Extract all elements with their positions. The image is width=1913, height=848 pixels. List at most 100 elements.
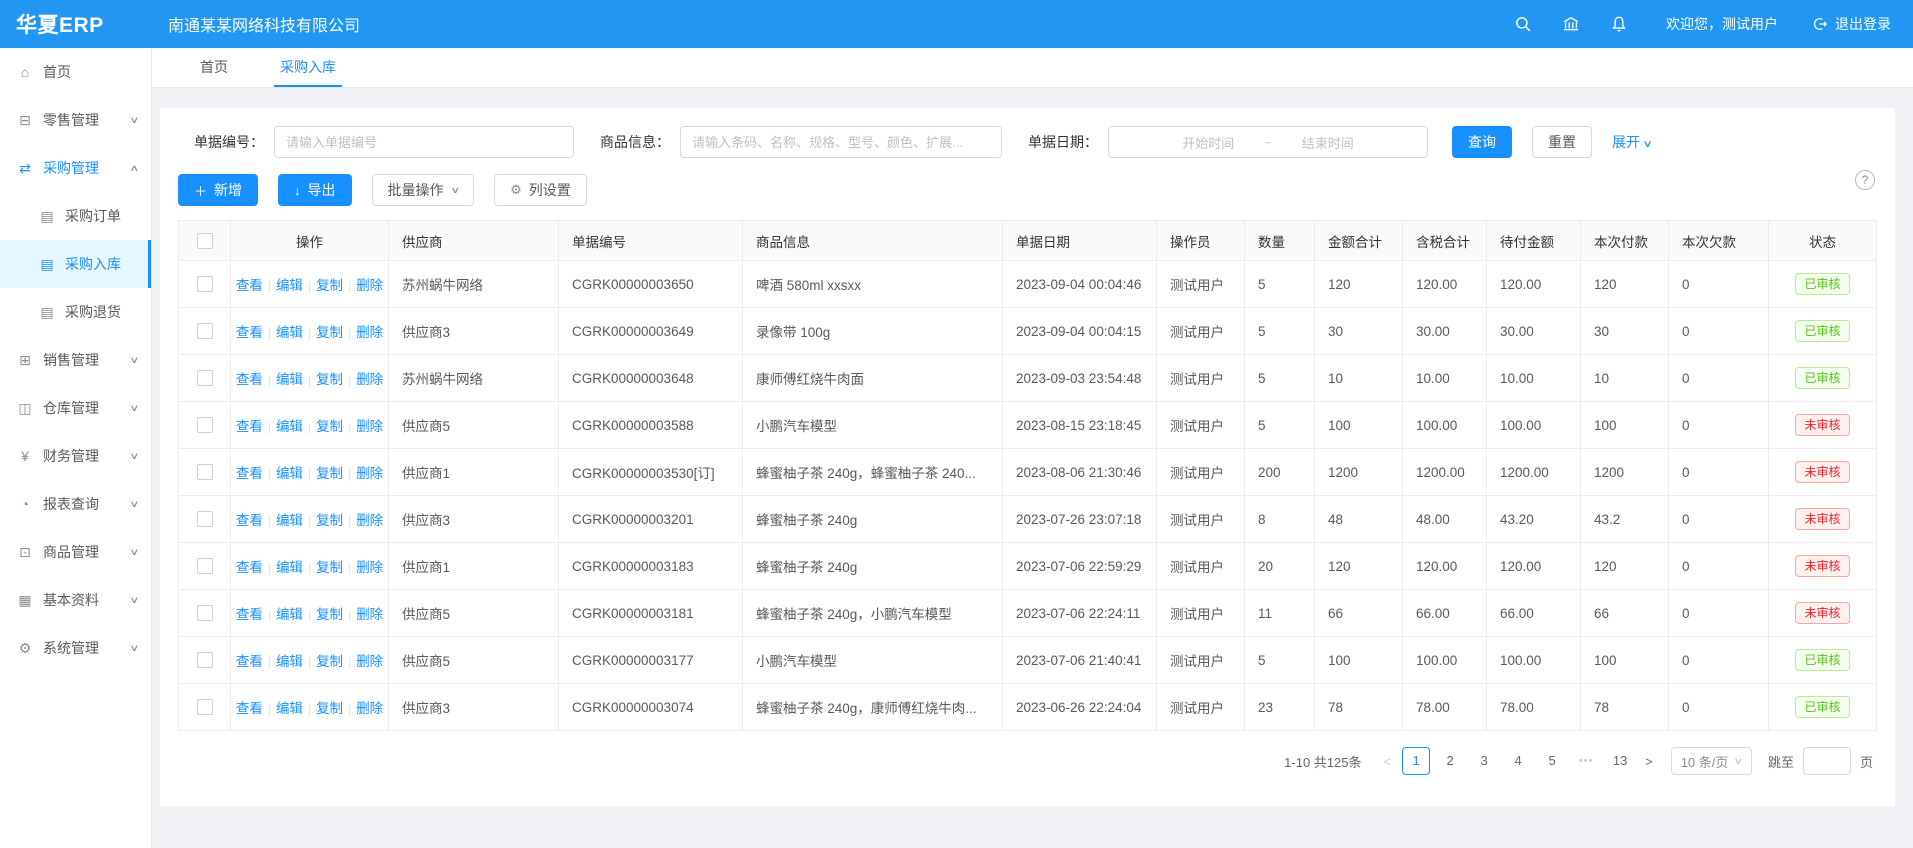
row-action-edit[interactable]: 编辑 bbox=[276, 325, 303, 340]
cell-status: 未审核 bbox=[1769, 543, 1877, 590]
logout-button[interactable]: 退出登录 bbox=[1812, 14, 1891, 34]
row-action-edit[interactable]: 编辑 bbox=[276, 419, 303, 434]
bill-no-input[interactable] bbox=[274, 126, 574, 158]
row-checkbox-cell bbox=[179, 496, 231, 543]
row-action-view[interactable]: 查看 bbox=[236, 701, 263, 716]
batch-actions-button[interactable]: 批量操作∨ bbox=[372, 174, 475, 206]
row-action-delete[interactable]: 删除 bbox=[356, 607, 383, 622]
bill-no-label: 单据编号： bbox=[194, 132, 264, 152]
cell-debt: 0 bbox=[1669, 496, 1769, 543]
row-action-view[interactable]: 查看 bbox=[236, 513, 263, 528]
row-checkbox[interactable] bbox=[197, 652, 213, 668]
platform-icon[interactable] bbox=[1562, 15, 1580, 33]
export-button[interactable]: ↓导出 bbox=[278, 174, 352, 206]
row-checkbox[interactable] bbox=[197, 464, 213, 480]
action-separator: | bbox=[308, 279, 311, 293]
sidebar-item-warehouse[interactable]: ◫仓库管理∨ bbox=[0, 384, 151, 432]
row-action-edit[interactable]: 编辑 bbox=[276, 560, 303, 575]
goods-input[interactable] bbox=[680, 126, 1002, 158]
search-icon[interactable] bbox=[1514, 15, 1532, 33]
sidebar-item-purchase-order[interactable]: ▤采购订单 bbox=[0, 192, 151, 240]
row-action-delete[interactable]: 删除 bbox=[356, 278, 383, 293]
row-action-copy[interactable]: 复制 bbox=[316, 607, 343, 622]
row-action-view[interactable]: 查看 bbox=[236, 607, 263, 622]
row-action-copy[interactable]: 复制 bbox=[316, 278, 343, 293]
expand-link[interactable]: 展开∨ bbox=[1612, 132, 1651, 152]
row-checkbox[interactable] bbox=[197, 276, 213, 292]
row-checkbox[interactable] bbox=[197, 699, 213, 715]
row-checkbox[interactable] bbox=[197, 511, 213, 527]
row-action-edit[interactable]: 编辑 bbox=[276, 513, 303, 528]
row-action-edit[interactable]: 编辑 bbox=[276, 278, 303, 293]
help-icon[interactable]: ? bbox=[1855, 170, 1875, 190]
search-button[interactable]: 查询 bbox=[1452, 126, 1512, 158]
row-action-copy[interactable]: 复制 bbox=[316, 419, 343, 434]
row-action-edit[interactable]: 编辑 bbox=[276, 372, 303, 387]
sidebar-item-sales[interactable]: ⊞销售管理∨ bbox=[0, 336, 151, 384]
pager-page-2[interactable]: 2 bbox=[1436, 747, 1464, 775]
row-action-delete[interactable]: 删除 bbox=[356, 701, 383, 716]
row-action-copy[interactable]: 复制 bbox=[316, 701, 343, 716]
row-action-copy[interactable]: 复制 bbox=[316, 325, 343, 340]
date-label: 单据日期： bbox=[1028, 132, 1098, 152]
pager-page-5[interactable]: 5 bbox=[1538, 747, 1566, 775]
cell-payable: 10.00 bbox=[1487, 355, 1581, 402]
row-checkbox[interactable] bbox=[197, 558, 213, 574]
row-checkbox[interactable] bbox=[197, 370, 213, 386]
row-checkbox[interactable] bbox=[197, 605, 213, 621]
sidebar-item-purchase-inbound[interactable]: ▤采购入库 bbox=[0, 240, 151, 288]
row-action-copy[interactable]: 复制 bbox=[316, 513, 343, 528]
column-settings-button[interactable]: ⚙列设置 bbox=[494, 174, 587, 206]
sidebar-item-finance[interactable]: ¥财务管理∨ bbox=[0, 432, 151, 480]
row-action-copy[interactable]: 复制 bbox=[316, 372, 343, 387]
row-action-view[interactable]: 查看 bbox=[236, 419, 263, 434]
row-action-view[interactable]: 查看 bbox=[236, 654, 263, 669]
pager-page-4[interactable]: 4 bbox=[1504, 747, 1532, 775]
sidebar-item-purchase[interactable]: ⇄采购管理∧ bbox=[0, 144, 151, 192]
add-button[interactable]: ＋新增 bbox=[178, 174, 258, 206]
pager-page-1[interactable]: 1 bbox=[1402, 747, 1430, 775]
row-action-delete[interactable]: 删除 bbox=[356, 325, 383, 340]
row-action-delete[interactable]: 删除 bbox=[356, 466, 383, 481]
sidebar-item-basedata[interactable]: ▦基本资料∨ bbox=[0, 576, 151, 624]
row-action-delete[interactable]: 删除 bbox=[356, 513, 383, 528]
prev-page-button[interactable]: < bbox=[1384, 754, 1392, 769]
jump-page-input[interactable] bbox=[1803, 747, 1851, 775]
row-action-copy[interactable]: 复制 bbox=[316, 466, 343, 481]
pager-page-13[interactable]: 13 bbox=[1606, 747, 1634, 775]
row-checkbox[interactable] bbox=[197, 417, 213, 433]
row-action-delete[interactable]: 删除 bbox=[356, 560, 383, 575]
row-action-edit[interactable]: 编辑 bbox=[276, 654, 303, 669]
row-action-view[interactable]: 查看 bbox=[236, 560, 263, 575]
row-action-copy[interactable]: 复制 bbox=[316, 654, 343, 669]
sidebar-item-report[interactable]: ◔报表查询∨ bbox=[0, 480, 151, 528]
reset-button[interactable]: 重置 bbox=[1532, 126, 1592, 158]
row-action-view[interactable]: 查看 bbox=[236, 372, 263, 387]
row-action-view[interactable]: 查看 bbox=[236, 466, 263, 481]
row-action-delete[interactable]: 删除 bbox=[356, 419, 383, 434]
row-action-view[interactable]: 查看 bbox=[236, 278, 263, 293]
sidebar-item-home[interactable]: ⌂首页 bbox=[0, 48, 151, 96]
date-range-picker[interactable]: 开始时间 ~ 结束时间 bbox=[1108, 126, 1428, 158]
sidebar-item-system[interactable]: ⚙系统管理∨ bbox=[0, 624, 151, 672]
row-action-edit[interactable]: 编辑 bbox=[276, 607, 303, 622]
row-action-delete[interactable]: 删除 bbox=[356, 654, 383, 669]
tab-0[interactable]: 首页 bbox=[194, 48, 234, 87]
row-action-edit[interactable]: 编辑 bbox=[276, 466, 303, 481]
tab-1[interactable]: 采购入库 bbox=[274, 48, 342, 87]
row-action-view[interactable]: 查看 bbox=[236, 325, 263, 340]
sidebar-item-goods[interactable]: ⊡商品管理∨ bbox=[0, 528, 151, 576]
sidebar-item-purchase-return[interactable]: ▤采购退货 bbox=[0, 288, 151, 336]
pager-page-3[interactable]: 3 bbox=[1470, 747, 1498, 775]
status-badge: 未审核 bbox=[1795, 555, 1849, 577]
select-all-checkbox[interactable] bbox=[197, 233, 213, 249]
row-action-edit[interactable]: 编辑 bbox=[276, 701, 303, 716]
row-checkbox[interactable] bbox=[197, 323, 213, 339]
row-action-delete[interactable]: 删除 bbox=[356, 372, 383, 387]
row-action-copy[interactable]: 复制 bbox=[316, 560, 343, 575]
bell-icon[interactable] bbox=[1610, 15, 1628, 33]
sidebar-item-retail[interactable]: ⊟零售管理∨ bbox=[0, 96, 151, 144]
row-actions: 查看|编辑|复制|删除 bbox=[231, 402, 389, 449]
page-size-select[interactable]: 10 条/页∨ bbox=[1671, 747, 1752, 775]
next-page-button[interactable]: > bbox=[1645, 754, 1653, 769]
